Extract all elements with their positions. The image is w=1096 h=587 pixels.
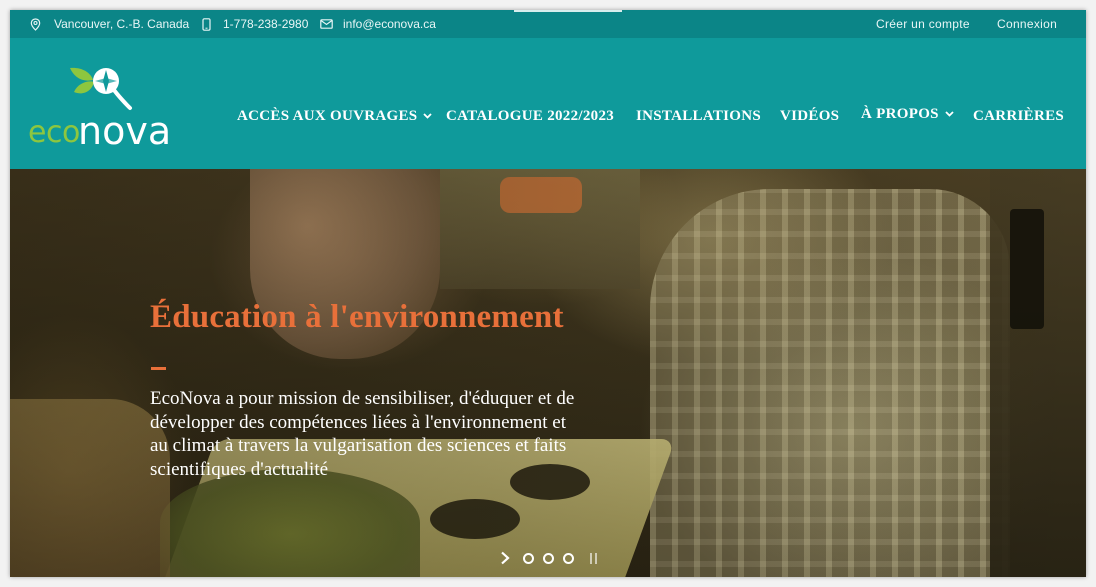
slider-dot-2[interactable] [543,553,554,564]
nav-label: À PROPOS [861,105,939,122]
map-pin-icon [30,17,41,31]
site-header: eco nova ACCÈS AUX OUVRAGES CATALOGUE 20… [10,38,1086,169]
email-info[interactable]: info@econova.ca [320,10,436,38]
nav-label: ACCÈS AUX OUVRAGES [237,107,418,124]
slider-dot-3[interactable] [563,553,574,564]
location-text: Vancouver, C.-B. Canada [54,17,190,31]
nav-label: CARRIÈRES [973,107,1065,124]
hero-title: Éducation à l'environnement [150,299,564,335]
envelope-icon [320,19,333,29]
browser-viewport: Vancouver, C.-B. Canada 1-778-238-2980 i… [10,10,1086,577]
top-info-bar: Vancouver, C.-B. Canada 1-778-238-2980 i… [10,10,1086,38]
nav-item-a-propos[interactable]: À PROPOS [861,104,954,124]
slider-dot-1[interactable] [523,553,534,564]
nav-label: INSTALLATIONS [636,107,762,124]
nav-item-videos[interactable]: VIDÉOS [780,106,839,126]
location-info: Vancouver, C.-B. Canada [30,10,189,38]
nav-item-carrieres[interactable]: CARRIÈRES [973,106,1064,126]
chevron-down-icon [423,113,433,119]
phone-info[interactable]: 1-778-238-2980 [202,10,308,38]
nav-label: VIDÉOS [780,107,840,124]
hero-description: EcoNova a pour mission de sensibiliser, … [150,388,575,480]
login-link[interactable]: Connexion [997,10,1057,38]
pause-icon[interactable] [590,553,597,564]
hero-overlay [10,169,1086,577]
nav-item-catalogue[interactable]: CATALOGUE 2022/2023 [446,106,614,126]
chevron-right-icon[interactable] [500,551,510,565]
econova-logo[interactable]: eco nova [28,66,193,150]
logo-nova-text: nova [78,109,172,153]
email-text[interactable]: info@econova.ca [343,17,436,31]
mobile-phone-icon [202,17,211,31]
logo-eco-text: eco [28,115,80,150]
nav-item-acces-aux-ouvrages[interactable]: ACCÈS AUX OUVRAGES [237,106,433,126]
hero-slider: Éducation à l'environnement EcoNova a po… [10,169,1086,577]
nav-label: CATALOGUE 2022/2023 [446,107,615,124]
create-account-link[interactable]: Créer un compte [876,10,970,38]
hero-title-underline [151,367,166,370]
top-highlight-line [514,10,622,12]
chevron-down-icon [945,111,954,117]
nav-item-installations[interactable]: INSTALLATIONS [636,106,761,126]
phone-text[interactable]: 1-778-238-2980 [223,17,308,31]
